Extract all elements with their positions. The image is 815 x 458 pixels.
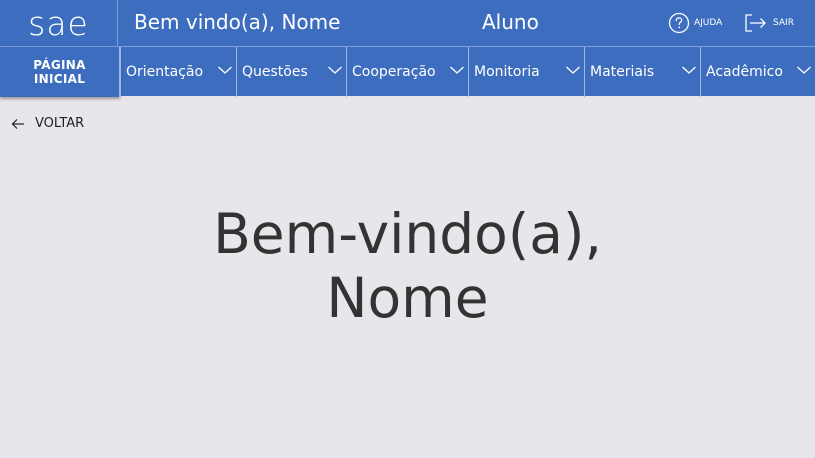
back-link[interactable]: VOLTAR <box>11 116 84 131</box>
welcome-heading-line2: Nome <box>326 266 489 330</box>
chevron-down-icon <box>682 66 696 74</box>
nav-item-label: Acadêmico <box>706 64 783 80</box>
nav-item-label: Monitoria <box>474 64 540 80</box>
nav-item-label: Orientação <box>126 64 204 80</box>
home-tab-label-line1: PÁGINA <box>33 58 86 72</box>
nav-item-label: Cooperação <box>352 64 436 80</box>
welcome-heading-line1: Bem-vindo(a), <box>213 202 602 266</box>
nav-item-questoes[interactable]: Questões <box>236 47 346 97</box>
logout-button[interactable]: SAIR <box>743 0 794 46</box>
help-button[interactable]: AJUDA <box>668 0 722 46</box>
logout-label: SAIR <box>773 18 794 28</box>
welcome-user-text: Bem vindo(a), Nome <box>134 10 341 34</box>
nav-item-monitoria[interactable]: Monitoria <box>468 47 584 97</box>
back-label: VOLTAR <box>35 116 85 131</box>
tab-home[interactable]: PÁGINA INICIAL <box>0 47 120 97</box>
nav-item-label: Materiais <box>590 64 655 80</box>
top-header: sae Bem vindo(a), Nome Aluno AJUDA SAIR <box>0 0 815 46</box>
nav-item-academico[interactable]: Acadêmico <box>700 47 815 97</box>
nav-item-materiais[interactable]: Materiais <box>584 47 700 97</box>
user-role-text: Aluno <box>482 10 539 34</box>
nav-item-cooperacao[interactable]: Cooperação <box>346 47 468 97</box>
welcome-heading: Bem-vindo(a), Nome <box>0 202 815 330</box>
main-navigation: PÁGINA INICIAL Orientação Questões Coope… <box>0 46 815 97</box>
chevron-down-icon <box>797 66 811 74</box>
logout-arrow-icon <box>743 12 769 34</box>
chevron-down-icon <box>450 66 464 74</box>
question-circle-icon <box>668 12 690 34</box>
nav-item-orientacao[interactable]: Orientação <box>120 47 236 97</box>
nav-item-label: Questões <box>242 64 308 80</box>
home-tab-label-line2: INICIAL <box>33 72 86 86</box>
chevron-down-icon <box>218 66 232 74</box>
help-label: AJUDA <box>694 18 723 28</box>
sae-logo[interactable]: sae <box>0 0 118 46</box>
chevron-down-icon <box>328 66 342 74</box>
chevron-down-icon <box>566 66 580 74</box>
arrow-left-icon <box>11 118 24 129</box>
